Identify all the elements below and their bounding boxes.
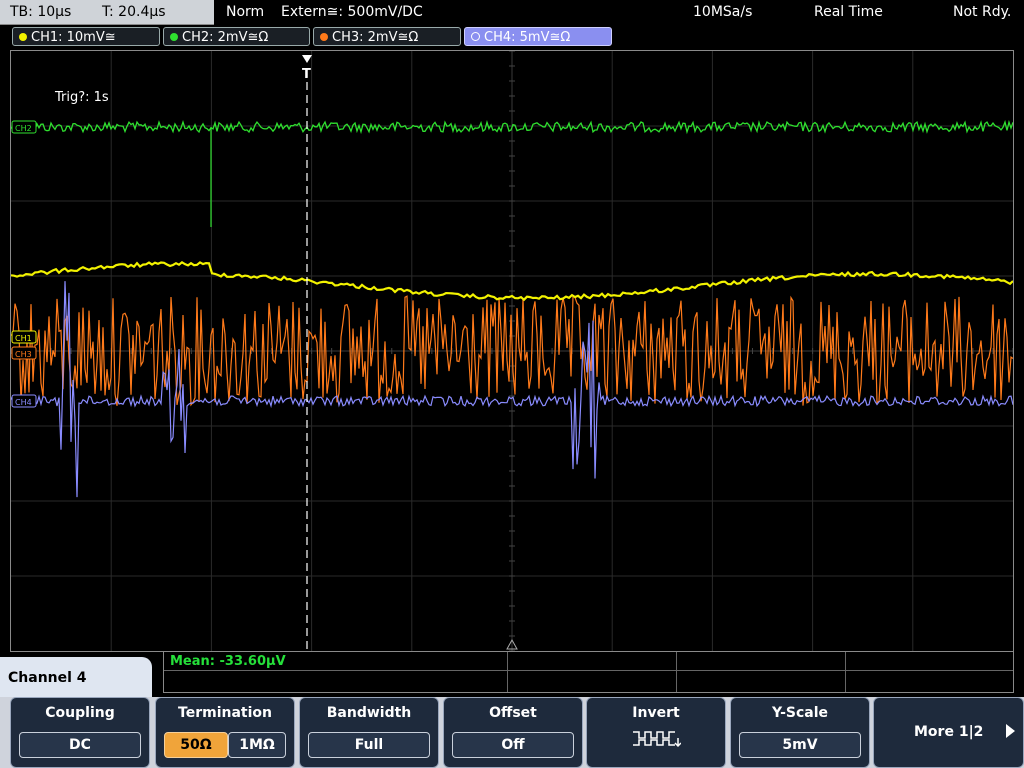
channel-tab-ch1[interactable]: CH1: 10mV≅ (12, 27, 160, 46)
softkey-bar: Coupling DC Termination 50Ω 1MΩ Bandwidt… (0, 697, 1024, 768)
offset-value-button[interactable]: Off (452, 732, 574, 758)
channel-tab-label: CH1: 10mV≅ (31, 30, 116, 45)
sample-rate: 10MSa/s (693, 4, 753, 20)
channel-tab-ch4[interactable]: CH4: 5mV≅Ω (464, 27, 612, 46)
trigger-time-readout: T: 20.4µs (102, 4, 166, 20)
waveform-canvas: T CH2 CH1 CH3 CH4 (11, 51, 1013, 651)
arrow-right-icon (1006, 724, 1015, 738)
more-label: More 1|2 (914, 724, 984, 740)
trigger-source[interactable]: Extern≅: 500mV∕DC (281, 2, 423, 22)
softkey-caption: Termination (178, 705, 272, 721)
channel-ground-marker-label: CH1 (15, 334, 32, 343)
softkey-caption: Bandwidth (326, 705, 412, 721)
timebase-panel[interactable]: TB: 10µs T: 20.4µs (0, 0, 214, 25)
termination-softkey[interactable]: Termination 50Ω 1MΩ (155, 697, 295, 768)
acquisition-mode: Real Time (814, 4, 883, 20)
channel-ground-marker-label: CH2 (15, 124, 32, 133)
divider (164, 670, 1013, 671)
trigger-position-marker-icon[interactable] (302, 55, 312, 63)
channel-tab-label: CH4: 5mV≅Ω (484, 30, 571, 45)
invert-square-wave-icon (587, 728, 725, 752)
channel-tab-ch3[interactable]: CH3: 2mV≅Ω (313, 27, 461, 46)
offset-softkey[interactable]: Offset Off (443, 697, 583, 768)
divider (507, 652, 508, 692)
menu-title: Channel 4 (8, 670, 87, 686)
coupling-softkey[interactable]: Coupling DC (10, 697, 150, 768)
divider (676, 652, 677, 692)
channel-tab-label: CH2: 2mV≅Ω (182, 30, 269, 45)
termination-1mohm-button[interactable]: 1MΩ (228, 732, 286, 758)
softkey-caption: Y-Scale (771, 705, 828, 721)
channel-tab-ch2[interactable]: CH2: 2mV≅Ω (163, 27, 310, 46)
termination-50ohm-button[interactable]: 50Ω (164, 732, 228, 758)
ch1-color-dot-icon (19, 33, 27, 41)
mean-measurement: Mean: -33.60µV (170, 654, 286, 669)
softkey-caption: Offset (489, 705, 537, 721)
trigger-marker-label: T (302, 67, 311, 82)
measurement-panel: Mean: -33.60µV (163, 652, 1014, 693)
trigger-mode[interactable]: Norm (226, 2, 264, 22)
channel-bar: CH1: 10mV≅ CH2: 2mV≅Ω CH3: 2mV≅Ω CH4: 5m… (0, 25, 1024, 48)
divider (845, 652, 846, 692)
status-bar: TB: 10µs T: 20.4µs Norm Extern≅: 500mV∕D… (0, 0, 1024, 25)
trigger-state: Not Rdy. (953, 4, 1012, 20)
trigger-status-text: Trig?: 1s (55, 90, 109, 105)
ch4-color-dot-icon (471, 32, 480, 41)
bandwidth-value-button[interactable]: Full (308, 732, 430, 758)
y-scale-value-button[interactable]: 5mV (739, 732, 861, 758)
menu-title-tab: Channel 4 (0, 657, 152, 699)
softkey-caption: Invert (632, 705, 680, 721)
bandwidth-softkey[interactable]: Bandwidth Full (299, 697, 439, 768)
channel-ground-marker-label: CH4 (15, 398, 32, 407)
coupling-value-button[interactable]: DC (19, 732, 141, 758)
channel-tab-label: CH3: 2mV≅Ω (332, 30, 419, 45)
y-scale-softkey[interactable]: Y-Scale 5mV (730, 697, 870, 768)
waveform-display[interactable]: T CH2 CH1 CH3 CH4 Trig?: 1s (10, 50, 1014, 652)
softkey-caption: Coupling (45, 705, 115, 721)
channel-ground-marker-label: CH3 (15, 350, 32, 359)
timebase-readout: TB: 10µs (10, 4, 72, 20)
invert-softkey[interactable]: Invert (586, 697, 726, 768)
ch3-color-dot-icon (320, 33, 328, 41)
more-softkey[interactable]: More 1|2 (873, 697, 1024, 768)
ch2-color-dot-icon (170, 33, 178, 41)
